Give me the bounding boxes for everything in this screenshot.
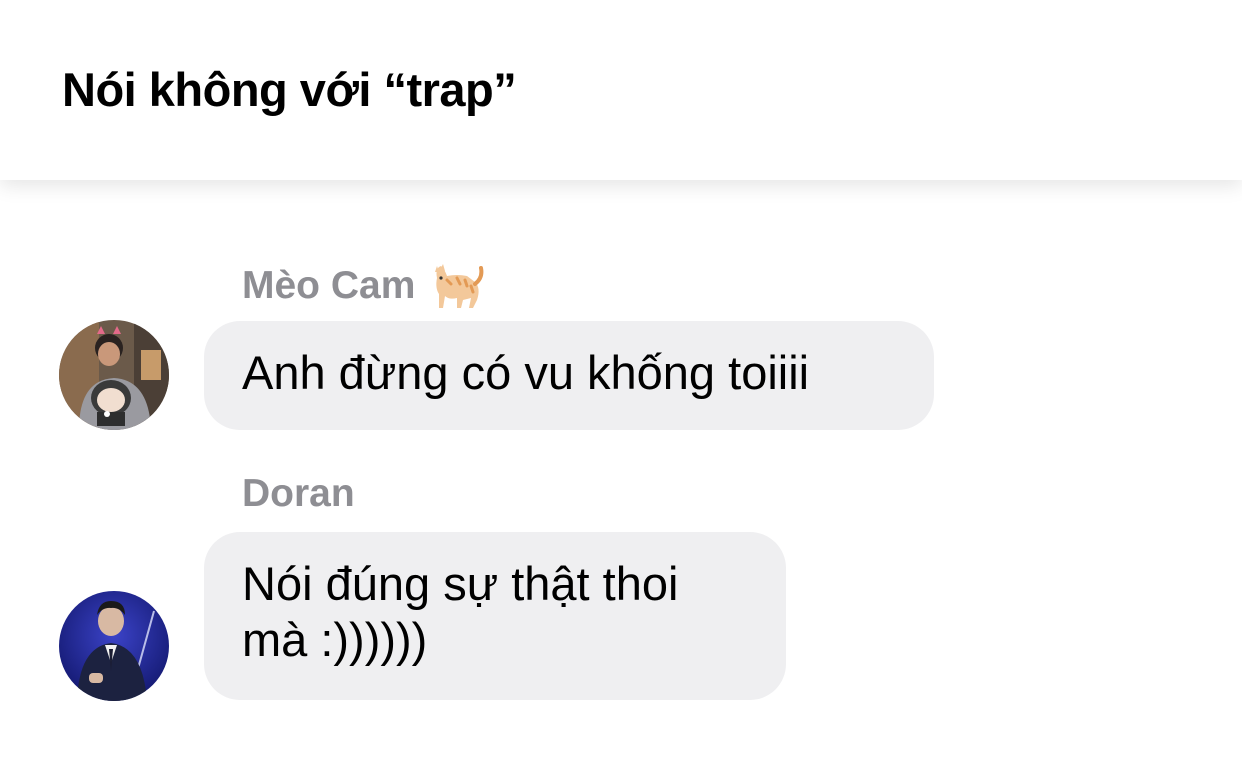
message-text: Anh đừng có vu khống toiiii	[242, 346, 810, 399]
cat-icon	[435, 264, 484, 308]
avatar[interactable]	[59, 320, 169, 430]
message-text-line: mà :))))))	[242, 613, 428, 666]
chat-header: Nói không với “trap”	[0, 0, 1242, 180]
page-title: Nói không với “trap”	[62, 63, 517, 116]
sender-name-label: Doran	[242, 472, 355, 515]
sender-name: Doran	[242, 472, 355, 516]
avatar-doran-image	[59, 591, 169, 701]
message-bubble[interactable]: Nói đúng sự thật thoi mà :))))))	[204, 532, 786, 700]
sender-name: Mèo Cam	[242, 260, 485, 312]
avatar-meo-cam-image	[59, 320, 169, 430]
message-list[interactable]: Mèo Cam Anh đừng có vu khống toiiii Dora…	[0, 180, 1242, 775]
message-text-line: Nói đúng sự thật thoi	[242, 557, 679, 610]
message-bubble[interactable]: Anh đừng có vu khống toiiii	[204, 321, 934, 430]
sender-name-label: Mèo Cam	[242, 264, 416, 307]
avatar[interactable]	[59, 591, 169, 701]
